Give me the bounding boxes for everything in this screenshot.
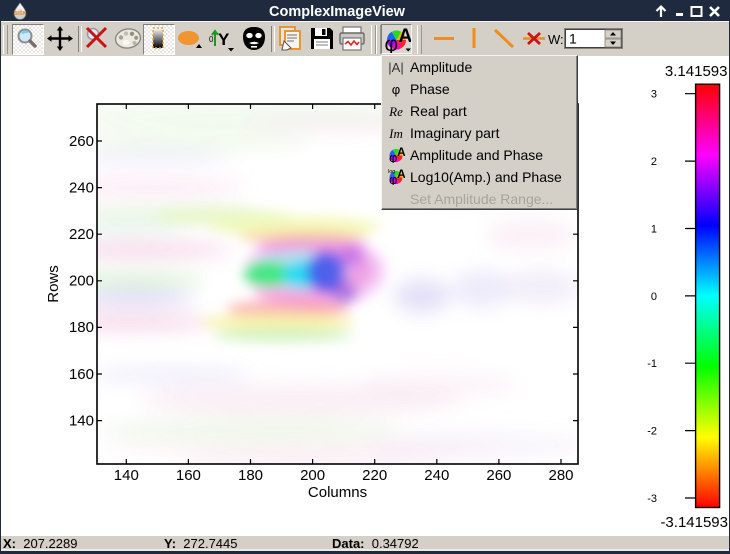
svg-text:-3: -3 [647, 493, 657, 505]
svg-text:220: 220 [69, 226, 94, 243]
svg-text:240: 240 [69, 179, 94, 196]
svg-text:200: 200 [69, 273, 94, 290]
svg-text:A: A [397, 146, 405, 159]
svg-text:0: 0 [209, 35, 214, 44]
svg-text:-3.141593: -3.141593 [660, 514, 728, 531]
svg-text:260: 260 [486, 467, 511, 484]
svg-text:140: 140 [69, 412, 94, 429]
svg-text:A: A [397, 168, 405, 181]
svg-text:240: 240 [424, 467, 449, 484]
svg-text:160: 160 [69, 366, 94, 383]
svg-text:280: 280 [548, 467, 573, 484]
svg-text:2: 2 [651, 156, 657, 168]
svg-text:180: 180 [69, 319, 94, 336]
svg-text:-1: -1 [647, 358, 657, 370]
svg-text:160: 160 [176, 467, 201, 484]
svg-text:1: 1 [651, 224, 657, 236]
svg-text:140: 140 [114, 467, 139, 484]
svg-text:0: 0 [651, 291, 657, 303]
svg-text:Y: Y [218, 30, 230, 49]
svg-text:φ: φ [389, 150, 397, 163]
svg-text:-2: -2 [647, 426, 657, 438]
svg-text:220: 220 [362, 467, 387, 484]
svg-text:Rows: Rows [45, 265, 62, 303]
svg-text:Columns: Columns [308, 484, 367, 501]
svg-text:200: 200 [300, 467, 325, 484]
svg-text:3.141593: 3.141593 [665, 63, 728, 80]
svg-text:1: 1 [569, 31, 577, 47]
svg-text:φ: φ [385, 33, 399, 53]
svg-text:3: 3 [651, 89, 657, 101]
svg-text:180: 180 [238, 467, 263, 484]
svg-text:φ: φ [389, 172, 397, 185]
svg-text:260: 260 [69, 133, 94, 150]
svg-text:A: A [399, 26, 412, 47]
